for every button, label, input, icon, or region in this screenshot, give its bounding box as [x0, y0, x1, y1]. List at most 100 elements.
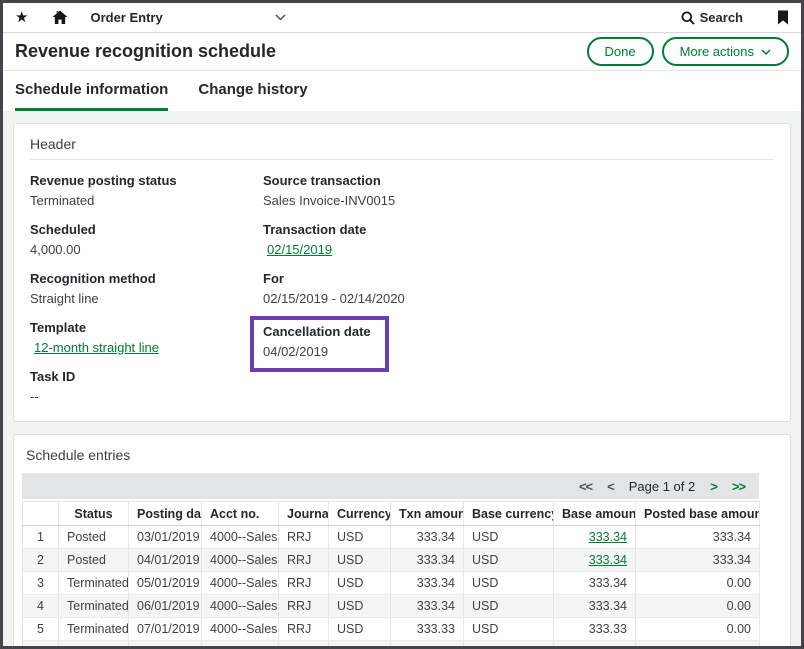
table-row: 4 Terminated 06/01/2019 4000--Sales RRJ …: [23, 595, 760, 618]
col-journal: Journal: [279, 502, 329, 526]
base-amount-link[interactable]: 333.34: [589, 553, 627, 567]
schedule-entries-title: Schedule entries: [22, 445, 782, 473]
cell-journal: RRJ: [279, 572, 329, 595]
row-number: 3: [23, 572, 59, 595]
col-base-amount: Base amount: [554, 502, 636, 526]
first-page-button[interactable]: <<: [579, 479, 592, 494]
cell-posting-date: 06/01/2019: [129, 595, 202, 618]
cell-posting-date: 03/01/2019: [129, 526, 202, 549]
star-icon[interactable]: ★: [15, 10, 28, 25]
search-label: Search: [700, 10, 743, 25]
cell-posted-base-amount: 0.00: [636, 641, 760, 649]
cell-posting-date: 07/01/2019: [129, 618, 202, 641]
cell-txn-amount: 333.33: [391, 641, 464, 649]
page-title: Revenue recognition schedule: [15, 41, 276, 62]
table-row: 5 Terminated 07/01/2019 4000--Sales RRJ …: [23, 618, 760, 641]
cell-journal: RRJ: [279, 641, 329, 649]
col-acct-no: Acct no.: [202, 502, 279, 526]
field-transaction-date: Transaction date 02/15/2019: [263, 222, 774, 258]
module-dropdown-label: Order Entry: [90, 10, 162, 25]
cell-acct-no: 4000--Sales: [202, 641, 279, 649]
row-number: 4: [23, 595, 59, 618]
cell-txn-amount: 333.34: [391, 549, 464, 572]
header-fields-left: Revenue posting status Terminated Schedu…: [30, 160, 247, 405]
tab-bar: Schedule information Change history: [3, 71, 801, 111]
cell-posted-base-amount: 0.00: [636, 595, 760, 618]
last-page-button[interactable]: >>: [732, 479, 745, 494]
field-source-transaction: Source transaction Sales Invoice-INV0015: [263, 173, 774, 209]
cell-acct-no: 4000--Sales: [202, 549, 279, 572]
cell-currency: USD: [329, 618, 391, 641]
pagination-bar: << < Page 1 of 2 > >>: [22, 473, 759, 499]
cell-status: Terminated: [59, 641, 129, 649]
cell-posted-base-amount: 0.00: [636, 618, 760, 641]
tab-change-history[interactable]: Change history: [198, 81, 307, 111]
cell-status: Terminated: [59, 572, 129, 595]
home-icon[interactable]: [52, 10, 68, 25]
row-number: 2: [23, 549, 59, 572]
cell-acct-no: 4000--Sales: [202, 572, 279, 595]
topbar-right-group: Search: [681, 10, 789, 25]
field-for-period: For 02/15/2019 - 02/14/2020: [263, 271, 774, 307]
cell-posting-date: 08/01/2019: [129, 641, 202, 649]
cell-status: Terminated: [59, 595, 129, 618]
table-row: 1 Posted 03/01/2019 4000--Sales RRJ USD …: [23, 526, 760, 549]
search-button[interactable]: Search: [681, 10, 743, 25]
top-bar: ★ Order Entry Search: [3, 3, 801, 33]
field-scheduled: Scheduled 4,000.00: [30, 222, 247, 258]
tab-schedule-information[interactable]: Schedule information: [15, 81, 168, 111]
header-fields-right: Source transaction Sales Invoice-INV0015…: [263, 160, 774, 368]
table-row: 6 Terminated 08/01/2019 4000--Sales RRJ …: [23, 641, 760, 649]
cell-txn-amount: 333.33: [391, 618, 464, 641]
cell-acct-no: 4000--Sales: [202, 595, 279, 618]
cell-posting-date: 05/01/2019: [129, 572, 202, 595]
bookmark-icon[interactable]: [777, 10, 789, 25]
cell-txn-amount: 333.34: [391, 572, 464, 595]
table-row: 3 Terminated 05/01/2019 4000--Sales RRJ …: [23, 572, 760, 595]
base-amount-link[interactable]: 333.34: [589, 530, 627, 544]
next-page-button[interactable]: >: [710, 479, 717, 494]
cell-base-currency: USD: [464, 641, 554, 649]
row-number: 1: [23, 526, 59, 549]
template-link[interactable]: 12-month straight line: [34, 340, 159, 355]
page-indicator: Page 1 of 2: [629, 479, 696, 494]
transaction-date-link[interactable]: 02/15/2019: [267, 242, 332, 257]
more-actions-button[interactable]: More actions: [662, 37, 789, 66]
col-row-number: [23, 502, 59, 526]
field-revenue-posting-status: Revenue posting status Terminated: [30, 173, 247, 209]
page-content: Header Revenue posting status Terminated…: [3, 111, 801, 649]
previous-page-button[interactable]: <: [607, 479, 614, 494]
cell-status: Posted: [59, 549, 129, 572]
title-actions: Done More actions: [587, 37, 790, 66]
search-icon: [681, 11, 695, 25]
table-row: 2 Posted 04/01/2019 4000--Sales RRJ USD …: [23, 549, 760, 572]
cell-base-currency: USD: [464, 595, 554, 618]
col-txn-amount: Txn amount: [391, 502, 464, 526]
field-recognition-method: Recognition method Straight line: [30, 271, 247, 307]
cell-currency: USD: [329, 549, 391, 572]
chevron-down-icon: [761, 49, 771, 55]
done-button[interactable]: Done: [587, 37, 654, 66]
module-dropdown[interactable]: Order Entry: [90, 10, 285, 25]
cell-base-currency: USD: [464, 526, 554, 549]
field-task-id: Task ID --: [30, 369, 247, 405]
cell-status: Posted: [59, 526, 129, 549]
cell-status: Terminated: [59, 618, 129, 641]
cell-posted-base-amount: 333.34: [636, 549, 760, 572]
schedule-entries-table-wrap: << < Page 1 of 2 > >> Status: [22, 473, 759, 649]
cell-posted-base-amount: 333.34: [636, 526, 760, 549]
cell-currency: USD: [329, 595, 391, 618]
row-number: 5: [23, 618, 59, 641]
cell-currency: USD: [329, 572, 391, 595]
title-bar: Revenue recognition schedule Done More a…: [3, 33, 801, 71]
field-cancellation-date: Cancellation date 04/02/2019: [263, 324, 371, 360]
col-currency: Currency: [329, 502, 391, 526]
header-card-title: Header: [30, 136, 774, 160]
header-fields-grid: Revenue posting status Terminated Schedu…: [30, 160, 774, 405]
cell-base-amount: 333.34: [554, 595, 636, 618]
cell-journal: RRJ: [279, 549, 329, 572]
cell-txn-amount: 333.34: [391, 526, 464, 549]
chevron-down-icon: [275, 14, 286, 21]
col-posted-base-amount: Posted base amount: [636, 502, 760, 526]
app-window: ★ Order Entry Search Revenue recognition…: [0, 0, 804, 649]
